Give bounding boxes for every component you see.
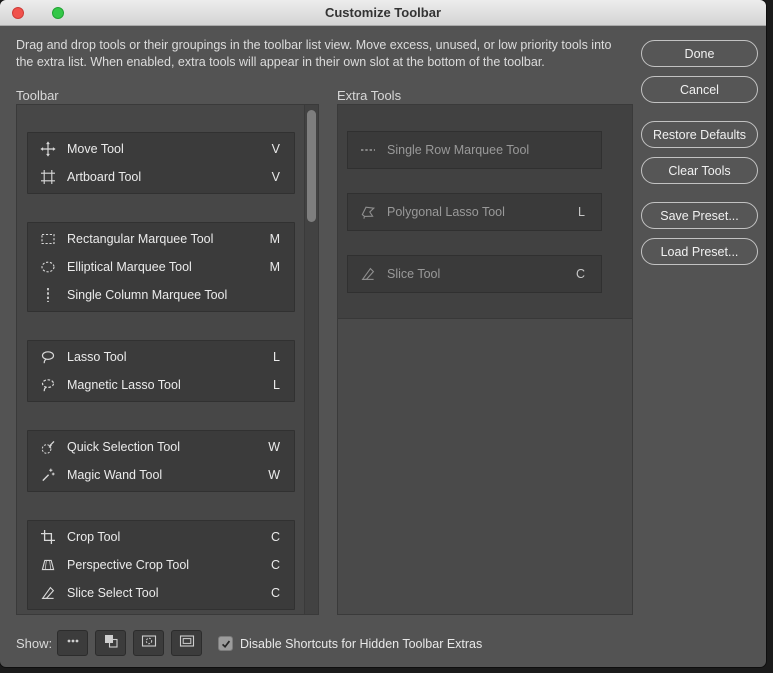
done-button[interactable]: Done [641,40,758,67]
tool-shortcut: L [578,205,585,219]
toolbar-scrollbar-thumb[interactable] [307,110,316,222]
rect-marquee-icon [40,231,56,247]
screen-mode-icon [179,633,195,654]
extra-tools-panel: Single Row Marquee Tool Polygonal Lasso T… [337,104,633,615]
tool-group: Crop Tool C Perspective Crop Tool C Slice Se… [27,520,295,610]
tool-name: Crop Tool [67,530,121,544]
tool-name: Rectangular Marquee Tool [67,232,214,246]
show-button-quick-mask[interactable] [133,630,164,656]
tool-group: Move Tool V Artboard Tool V [27,132,295,194]
tool-name: Single Column Marquee Tool [67,288,228,302]
titlebar[interactable]: Customize Toolbar [0,0,766,26]
tool-shortcut: W [268,440,280,454]
slice-tool-icon [360,266,376,282]
artboard-tool-icon [40,169,56,185]
zoom-button[interactable] [52,7,64,19]
tool-name: Magic Wand Tool [67,468,163,482]
load-preset-button[interactable]: Load Preset... [641,238,758,265]
traffic-lights [12,0,64,26]
extra-tool-row-single-row-marquee-tool[interactable]: Single Row Marquee Tool [347,131,602,169]
extra-tool-row-slice-tool[interactable]: Slice Tool C [347,255,602,293]
crop-tool-icon [40,529,56,545]
tool-group: Lasso Tool L Magnetic Lasso Tool L [27,340,295,402]
quick-mask-icon [141,633,157,654]
tool-shortcut: V [271,170,280,184]
toolbar-scrollbar-track[interactable] [304,105,318,614]
tool-row-move-tool[interactable]: Move Tool V [28,135,294,163]
close-button[interactable] [12,7,24,19]
slice-select-icon [40,585,56,601]
tool-shortcut: L [273,350,280,364]
check-icon [221,640,230,648]
tool-group: Quick Selection Tool W Magic Wand Tool W [27,430,295,492]
ellip-marquee-icon [40,259,56,275]
tool-group: Rectangular Marquee Tool M Elliptical Marq… [27,222,295,312]
polygonal-lasso-icon [360,204,376,220]
show-button-fg-bg-colors[interactable] [95,630,126,656]
hidden-shortcuts-checkbox[interactable] [218,636,233,651]
tool-name: Perspective Crop Tool [67,558,190,572]
show-buttons [57,630,202,656]
hidden-shortcuts-checkbox-label: Disable Shortcuts for Hidden Toolbar Ext… [240,637,483,651]
tool-name: Quick Selection Tool [67,440,181,454]
lasso-icon [40,349,56,365]
magic-wand-icon [40,467,56,483]
tool-row-slice-select-tool[interactable]: Slice Select Tool C [28,579,294,607]
tool-name: Artboard Tool [67,170,142,184]
quick-selection-icon [40,439,56,455]
toolbar-panel-label: Toolbar [16,88,59,103]
cancel-button[interactable]: Cancel [641,76,758,103]
extra-tools-panel-label: Extra Tools [337,88,402,103]
tool-shortcut: C [270,530,280,544]
customize-toolbar-dialog: Customize Toolbar Drag and drop tools or… [0,0,766,667]
single-row-marquee-icon [360,142,376,158]
tool-shortcut: C [575,267,585,281]
show-button-ellipsis[interactable] [57,630,88,656]
ellipsis-icon [65,633,81,654]
tool-shortcut: C [270,586,280,600]
tool-row-magic-wand-tool[interactable]: Magic Wand Tool W [28,461,294,489]
extra-tool-row-polygonal-lasso-tool[interactable]: Polygonal Lasso Tool L [347,193,602,231]
tool-row-elliptical-marquee-tool[interactable]: Elliptical Marquee Tool M [28,253,294,281]
tool-row-single-column-marquee-tool[interactable]: Single Column Marquee Tool [28,281,294,309]
tool-row-crop-tool[interactable]: Crop Tool C [28,523,294,551]
perspective-crop-icon [40,557,56,573]
tool-name: Slice Tool [387,267,441,281]
tool-row-rectangular-marquee-tool[interactable]: Rectangular Marquee Tool M [28,225,294,253]
description-line-2: the extra list. When enabled, extra tool… [16,55,545,69]
clear-tools-button[interactable]: Clear Tools [641,157,758,184]
tool-name: Single Row Marquee Tool [387,143,530,157]
window-title: Customize Toolbar [324,5,442,20]
description: Drag and drop tools or their groupings i… [16,37,641,71]
tool-name: Polygonal Lasso Tool [387,205,505,219]
tool-shortcut: V [271,142,280,156]
toolbar-list-panel: Move Tool V Artboard Tool V Rectangular Marq… [16,104,319,615]
tool-row-artboard-tool[interactable]: Artboard Tool V [28,163,294,191]
extra-tools-list: Single Row Marquee Tool Polygonal Lasso T… [338,105,632,319]
single-col-marquee-icon [40,287,56,303]
move-tool-icon [40,141,56,157]
tool-shortcut: L [273,378,280,392]
tool-shortcut: W [268,468,280,482]
tool-name: Slice Select Tool [67,586,159,600]
show-button-screen-mode[interactable] [171,630,202,656]
tool-row-magnetic-lasso-tool[interactable]: Magnetic Lasso Tool L [28,371,294,399]
tool-name: Lasso Tool [67,350,127,364]
magnetic-lasso-icon [40,377,56,393]
description-line-1: Drag and drop tools or their groupings i… [16,38,612,52]
tool-row-perspective-crop-tool[interactable]: Perspective Crop Tool C [28,551,294,579]
tool-shortcut: C [270,558,280,572]
tool-shortcut: M [269,232,280,246]
show-label: Show: [16,636,53,651]
tool-name: Move Tool [67,142,124,156]
toolbar-group-list: Move Tool V Artboard Tool V Rectangular Marq… [17,105,304,614]
tool-row-lasso-tool[interactable]: Lasso Tool L [28,343,294,371]
save-preset-button[interactable]: Save Preset... [641,202,758,229]
tool-row-quick-selection-tool[interactable]: Quick Selection Tool W [28,433,294,461]
fg-bg-colors-icon [103,633,119,654]
tool-name: Magnetic Lasso Tool [67,378,181,392]
tool-shortcut: M [269,260,280,274]
tool-name: Elliptical Marquee Tool [67,260,192,274]
restore-defaults-button[interactable]: Restore Defaults [641,121,758,148]
